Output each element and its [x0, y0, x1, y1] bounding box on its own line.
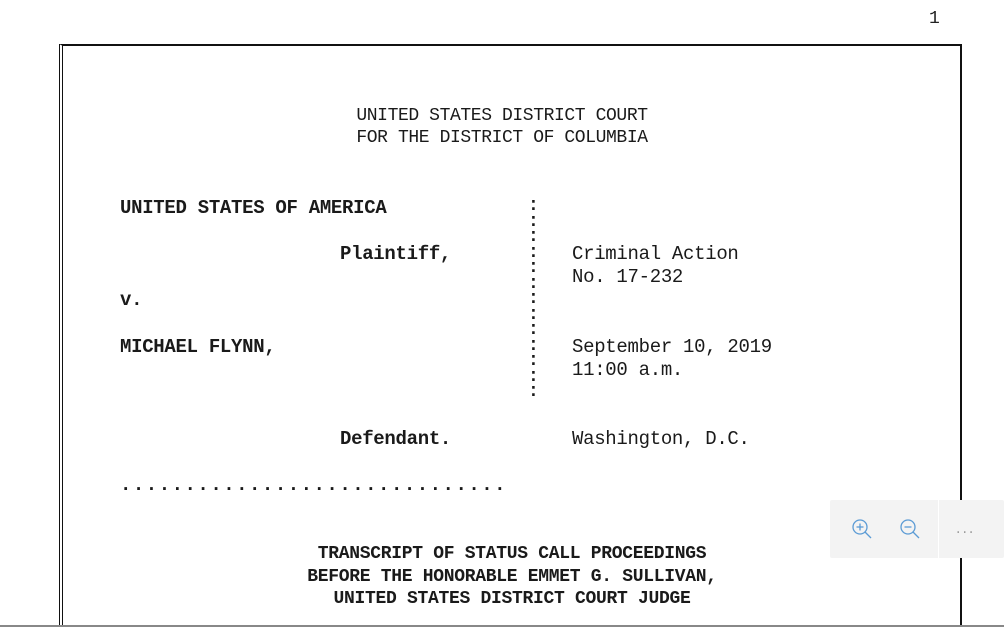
caption-dots: ..............................: [120, 474, 508, 496]
hearing-time: 11:00 a.m.: [572, 359, 684, 381]
court-name: UNITED STATES DISTRICT COURT: [356, 106, 648, 126]
more-options-button[interactable]: ...: [956, 521, 986, 537]
caption-colon: :: [528, 382, 539, 402]
zoom-toolbar: ...: [830, 500, 1004, 558]
defendant-name: MICHAEL FLYNN,: [120, 336, 276, 358]
court-district: FOR THE DISTRICT OF COLUMBIA: [356, 128, 648, 148]
transcript-line-2: BEFORE THE HONORABLE EMMET G. SULLIVAN,: [307, 566, 717, 587]
zoom-out-icon: [900, 519, 920, 539]
transcript-line-3: UNITED STATES DISTRICT COURT JUDGE: [333, 589, 691, 609]
colon-column: :::::::::::::: [528, 197, 539, 402]
zoom-in-icon: [852, 519, 872, 539]
toolbar-separator: [938, 500, 939, 558]
page-number: 1: [929, 9, 940, 29]
versus: v.: [120, 289, 143, 311]
court-heading: UNITED STATES DISTRICT COURT FOR THE DIS…: [0, 105, 1004, 149]
action-label: Criminal Action: [572, 243, 739, 265]
hearing-date: September 10, 2019: [572, 336, 772, 358]
zoom-out-button[interactable]: [890, 509, 930, 549]
action-number: No. 17-232: [572, 266, 684, 288]
plaintiff-role: Plaintiff,: [340, 243, 452, 265]
zoom-in-button[interactable]: [842, 509, 882, 549]
hearing-location: Washington, D.C.: [572, 428, 750, 450]
plaintiff-name: UNITED STATES OF AMERICA: [120, 197, 387, 219]
defendant-role: Defendant.: [340, 428, 452, 450]
